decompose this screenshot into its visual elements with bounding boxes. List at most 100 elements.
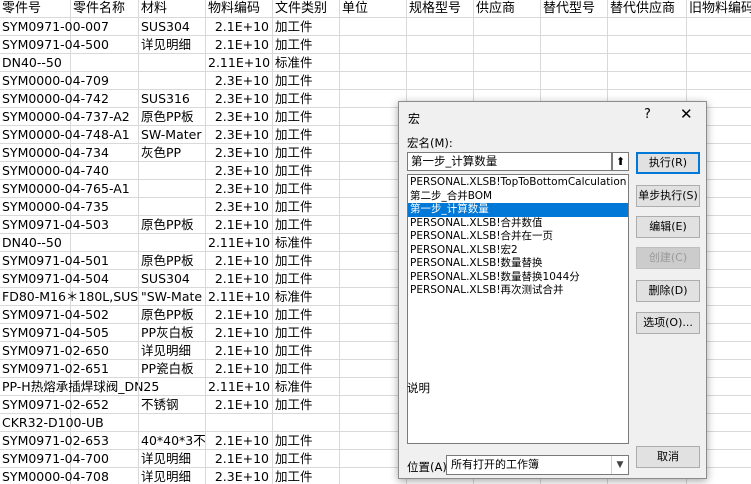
table-cell[interactable]: 原色PP板 — [139, 108, 206, 126]
table-cell[interactable]: 加工件 — [273, 360, 340, 378]
table-cell[interactable] — [407, 54, 474, 72]
column-header[interactable]: 文件类别 — [273, 0, 340, 18]
table-cell[interactable]: SUS304 — [139, 18, 206, 36]
column-header[interactable]: 零件号 — [0, 0, 71, 18]
table-cell[interactable]: SYM0971-02-653 — [0, 432, 109, 450]
table-cell[interactable] — [541, 36, 608, 54]
table-cell[interactable] — [340, 72, 407, 90]
table-cell[interactable]: 加工件 — [273, 144, 340, 162]
table-cell[interactable]: 2.3E+10 — [206, 198, 273, 216]
table-cell[interactable]: 加工件 — [273, 18, 340, 36]
table-cell[interactable] — [139, 378, 206, 396]
macro-list-item[interactable]: PERSONAL.XLSB!再次测试合并 — [408, 284, 628, 298]
column-header[interactable]: 替代型号 — [541, 0, 608, 18]
table-cell[interactable]: PP-H热熔承插焊球阀_DN25 — [0, 378, 159, 396]
table-cell[interactable]: 2.1E+10 — [206, 396, 273, 414]
cancel-button[interactable]: 取消 — [636, 446, 700, 468]
macro-list-item[interactable]: PERSONAL.XLSB!合并数值 — [408, 217, 628, 231]
column-header[interactable]: 材料 — [139, 0, 206, 18]
table-cell[interactable]: SYM0971-04-500 — [0, 36, 109, 54]
table-cell[interactable]: 2.1E+10 — [206, 342, 273, 360]
table-cell[interactable] — [340, 108, 407, 126]
table-cell[interactable]: 2.1E+10 — [206, 36, 273, 54]
table-cell[interactable]: 加工件 — [273, 450, 340, 468]
table-cell[interactable]: CKR32-D100-UB — [0, 414, 104, 432]
column-header[interactable]: 供应商 — [474, 0, 541, 18]
table-cell[interactable] — [139, 180, 206, 198]
table-cell[interactable]: 加工件 — [273, 324, 340, 342]
table-cell[interactable] — [340, 54, 407, 72]
table-cell[interactable] — [71, 162, 139, 180]
table-cell[interactable] — [139, 54, 206, 72]
table-cell[interactable] — [340, 378, 407, 396]
table-cell[interactable] — [71, 216, 139, 234]
column-header[interactable]: 单位 — [340, 0, 407, 18]
table-cell[interactable]: SYM0000-04-735 — [0, 198, 109, 216]
delete-button[interactable]: 删除(D) — [636, 280, 700, 302]
table-cell[interactable]: FD80-M16＊180L,SUS — [0, 288, 138, 306]
table-cell[interactable]: 2.1E+10 — [206, 450, 273, 468]
table-cell[interactable]: 2.1E+10 — [206, 252, 273, 270]
table-cell[interactable]: 2.3E+10 — [206, 126, 273, 144]
chevron-down-icon[interactable]: ▼ — [611, 456, 628, 474]
table-cell[interactable]: 加工件 — [273, 468, 340, 484]
table-cell[interactable]: 加工件 — [273, 216, 340, 234]
macro-list-item[interactable]: 第一步_计算数量 — [408, 203, 628, 217]
table-cell[interactable]: 加工件 — [273, 72, 340, 90]
table-cell[interactable] — [71, 18, 139, 36]
table-cell[interactable] — [71, 54, 139, 72]
table-cell[interactable]: SYM0971-02-652 — [0, 396, 109, 414]
table-cell[interactable] — [687, 18, 751, 36]
table-cell[interactable] — [608, 72, 687, 90]
table-cell[interactable]: 加工件 — [273, 252, 340, 270]
table-cell[interactable] — [474, 36, 541, 54]
table-cell[interactable] — [340, 468, 407, 484]
table-cell[interactable] — [474, 18, 541, 36]
table-cell[interactable]: SW-Mater — [139, 126, 206, 144]
table-cell[interactable] — [71, 378, 139, 396]
table-cell[interactable]: 加工件 — [273, 342, 340, 360]
table-cell[interactable] — [71, 90, 139, 108]
table-cell[interactable]: 2.1E+10 — [206, 270, 273, 288]
close-icon[interactable]: ✕ — [680, 105, 693, 123]
table-cell[interactable]: SYM0971-02-651 — [0, 360, 109, 378]
table-cell[interactable] — [340, 414, 407, 432]
table-cell[interactable] — [71, 342, 139, 360]
table-cell[interactable]: 不锈钢 — [139, 396, 206, 414]
table-cell[interactable] — [71, 414, 139, 432]
table-cell[interactable] — [541, 18, 608, 36]
table-cell[interactable]: 2.11E+10 — [206, 234, 273, 252]
table-cell[interactable]: SYM0971-04-502 — [0, 306, 109, 324]
table-cell[interactable]: 加工件 — [273, 36, 340, 54]
table-cell[interactable]: 2.1E+10 — [206, 324, 273, 342]
table-cell[interactable] — [340, 162, 407, 180]
column-header[interactable]: 零件名称 — [71, 0, 139, 18]
table-cell[interactable]: SYM0000-04-708 — [0, 468, 109, 484]
table-cell[interactable] — [340, 288, 407, 306]
table-cell[interactable] — [340, 306, 407, 324]
table-cell[interactable] — [687, 54, 751, 72]
table-cell[interactable]: DN40--50 — [0, 234, 71, 252]
table-cell[interactable] — [71, 180, 139, 198]
macro-list-item[interactable]: PERSONAL.XLSB!数量替换1044分 — [408, 271, 628, 285]
table-cell[interactable] — [340, 432, 407, 450]
macro-list-item[interactable]: PERSONAL.XLSB!宏2 — [408, 244, 628, 258]
table-cell[interactable]: 2.3E+10 — [206, 72, 273, 90]
table-cell[interactable]: SYM0971-04-700 — [0, 450, 109, 468]
table-cell[interactable]: SYM0971-04-503 — [0, 216, 109, 234]
table-cell[interactable]: 加工件 — [273, 198, 340, 216]
table-cell[interactable]: 详见明细 — [139, 468, 206, 484]
table-cell[interactable] — [608, 54, 687, 72]
table-cell[interactable]: 详见明细 — [139, 342, 206, 360]
table-cell[interactable]: 原色PP板 — [139, 216, 206, 234]
table-cell[interactable]: SUS316 — [139, 90, 206, 108]
table-cell[interactable]: 2.3E+10 — [206, 180, 273, 198]
macro-list-item[interactable]: PERSONAL.XLSB!合并在一页 — [408, 230, 628, 244]
options-button[interactable]: 选项(O)... — [636, 312, 700, 334]
table-cell[interactable]: "SW-Mate — [139, 288, 206, 306]
table-cell[interactable] — [71, 324, 139, 342]
table-cell[interactable]: 加工件 — [273, 126, 340, 144]
table-cell[interactable] — [71, 252, 139, 270]
table-cell[interactable]: SYM0971-04-504 — [0, 270, 109, 288]
table-cell[interactable] — [608, 18, 687, 36]
